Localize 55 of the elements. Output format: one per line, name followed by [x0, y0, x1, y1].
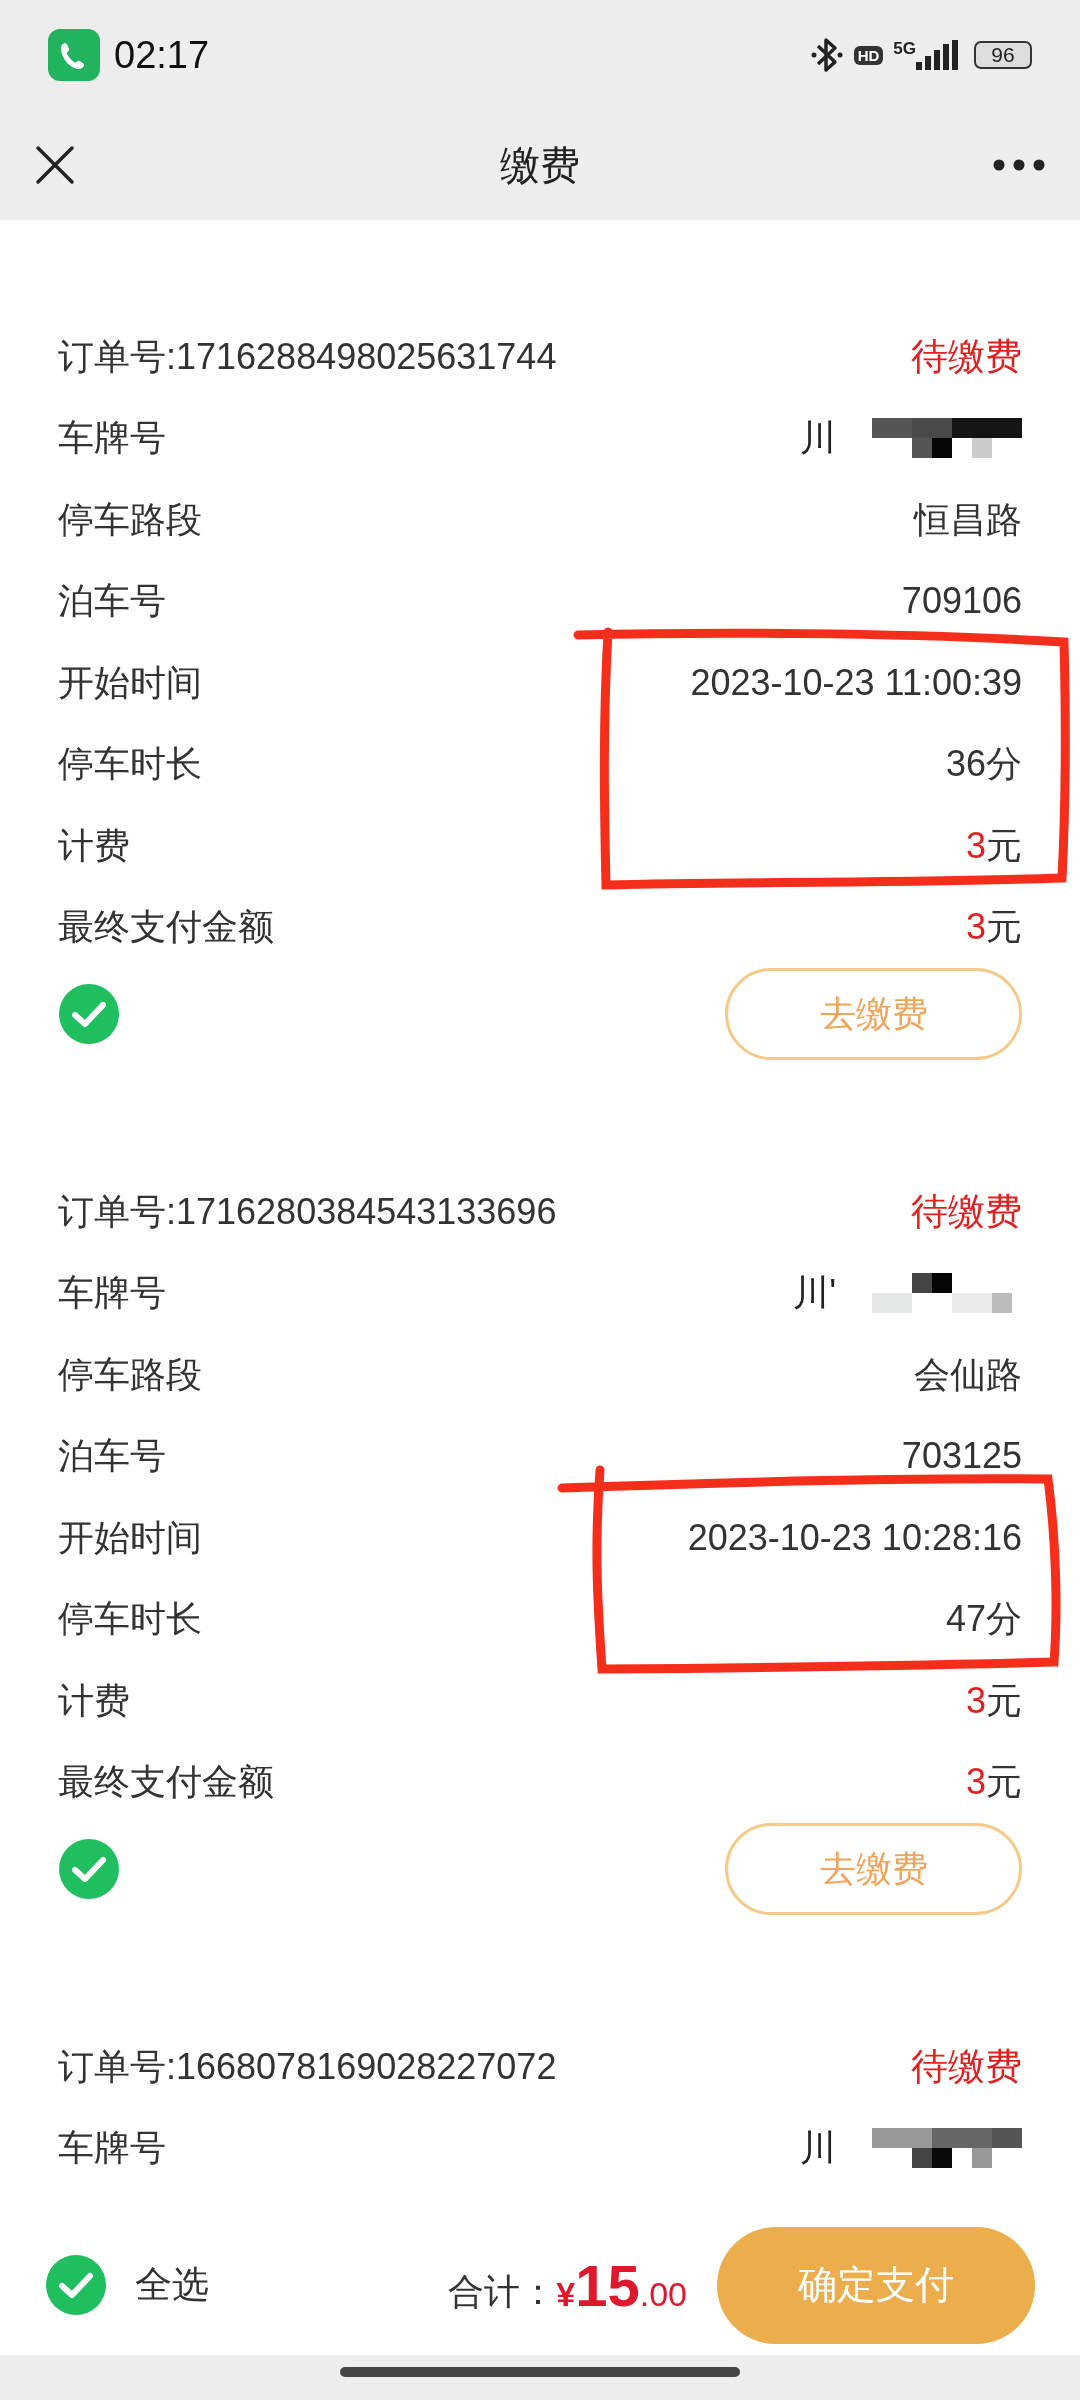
status-label: 待缴费: [911, 335, 1022, 379]
signal-icon: [916, 40, 960, 70]
field-label: 开始时间: [58, 1515, 202, 1560]
field-value: 会仙路: [914, 1352, 1022, 1397]
amount-value: 3元: [965, 905, 1022, 950]
pay-button[interactable]: 去缴费: [725, 968, 1022, 1060]
field-label: 停车时长: [58, 1597, 202, 1642]
status-label: 待缴费: [911, 1190, 1022, 1234]
order-number: 订单号:1668078169028227072: [58, 2044, 557, 2089]
pay-button[interactable]: 去缴费: [725, 1823, 1022, 1915]
close-icon[interactable]: [35, 145, 75, 185]
field-label: 停车时长: [58, 742, 202, 787]
field-label: 车牌号: [58, 2126, 166, 2171]
amount-value: 3元: [965, 823, 1022, 868]
field-label: 开始时间: [58, 660, 202, 705]
field-value: 2023-10-23 11:00:39: [690, 660, 1022, 705]
select-all-label[interactable]: 全选: [135, 2257, 209, 2313]
page-title: 缴费: [500, 142, 580, 189]
field-label: 最终支付金额: [58, 1760, 274, 1805]
field-label: 计费: [58, 823, 130, 868]
checkbox[interactable]: [45, 2254, 107, 2316]
field-value: 709106: [901, 579, 1022, 624]
field-label: 计费: [58, 1678, 130, 1723]
amount-value: 3元: [965, 1760, 1022, 1805]
field-label: 停车路段: [58, 497, 202, 542]
confirm-pay-button[interactable]: 确定支付: [717, 2226, 1035, 2344]
clock-time: 02:17: [114, 32, 210, 78]
field-label: 停车路段: [58, 1352, 202, 1397]
plate-number: 川: [800, 2126, 836, 2171]
field-label: 泊车号: [58, 1434, 166, 1479]
field-label: 最终支付金额: [58, 905, 274, 950]
hd-badge: HD: [853, 45, 884, 65]
plate-number: 川': [793, 1271, 836, 1316]
field-value: 703125: [901, 1434, 1022, 1479]
checkbox[interactable]: [58, 983, 120, 1045]
checkbox[interactable]: [58, 1838, 120, 1900]
field-value: 36分: [945, 742, 1022, 787]
field-label: 车牌号: [58, 416, 166, 461]
battery-indicator: 96: [974, 41, 1032, 69]
status-label: 待缴费: [911, 2045, 1022, 2089]
phone-call-icon: [48, 29, 100, 81]
plate-number: 川: [800, 416, 836, 461]
field-value: 47分: [945, 1597, 1022, 1642]
total-amount: ¥15.00: [556, 2251, 687, 2320]
total-label: 合计：: [448, 2270, 557, 2314]
order-number: 订单号:1716288498025631744: [58, 334, 557, 379]
field-value: 2023-10-23 10:28:16: [687, 1515, 1022, 1560]
field-value: 恒昌路: [914, 497, 1022, 542]
bluetooth-icon: [809, 35, 844, 75]
order-number: 订单号:1716280384543133696: [58, 1189, 557, 1234]
field-label: 车牌号: [58, 1271, 166, 1316]
amount-value: 3元: [965, 1678, 1022, 1723]
more-options-icon[interactable]: [993, 159, 1045, 171]
field-label: 泊车号: [58, 579, 166, 624]
network-label: 5G: [893, 39, 916, 57]
